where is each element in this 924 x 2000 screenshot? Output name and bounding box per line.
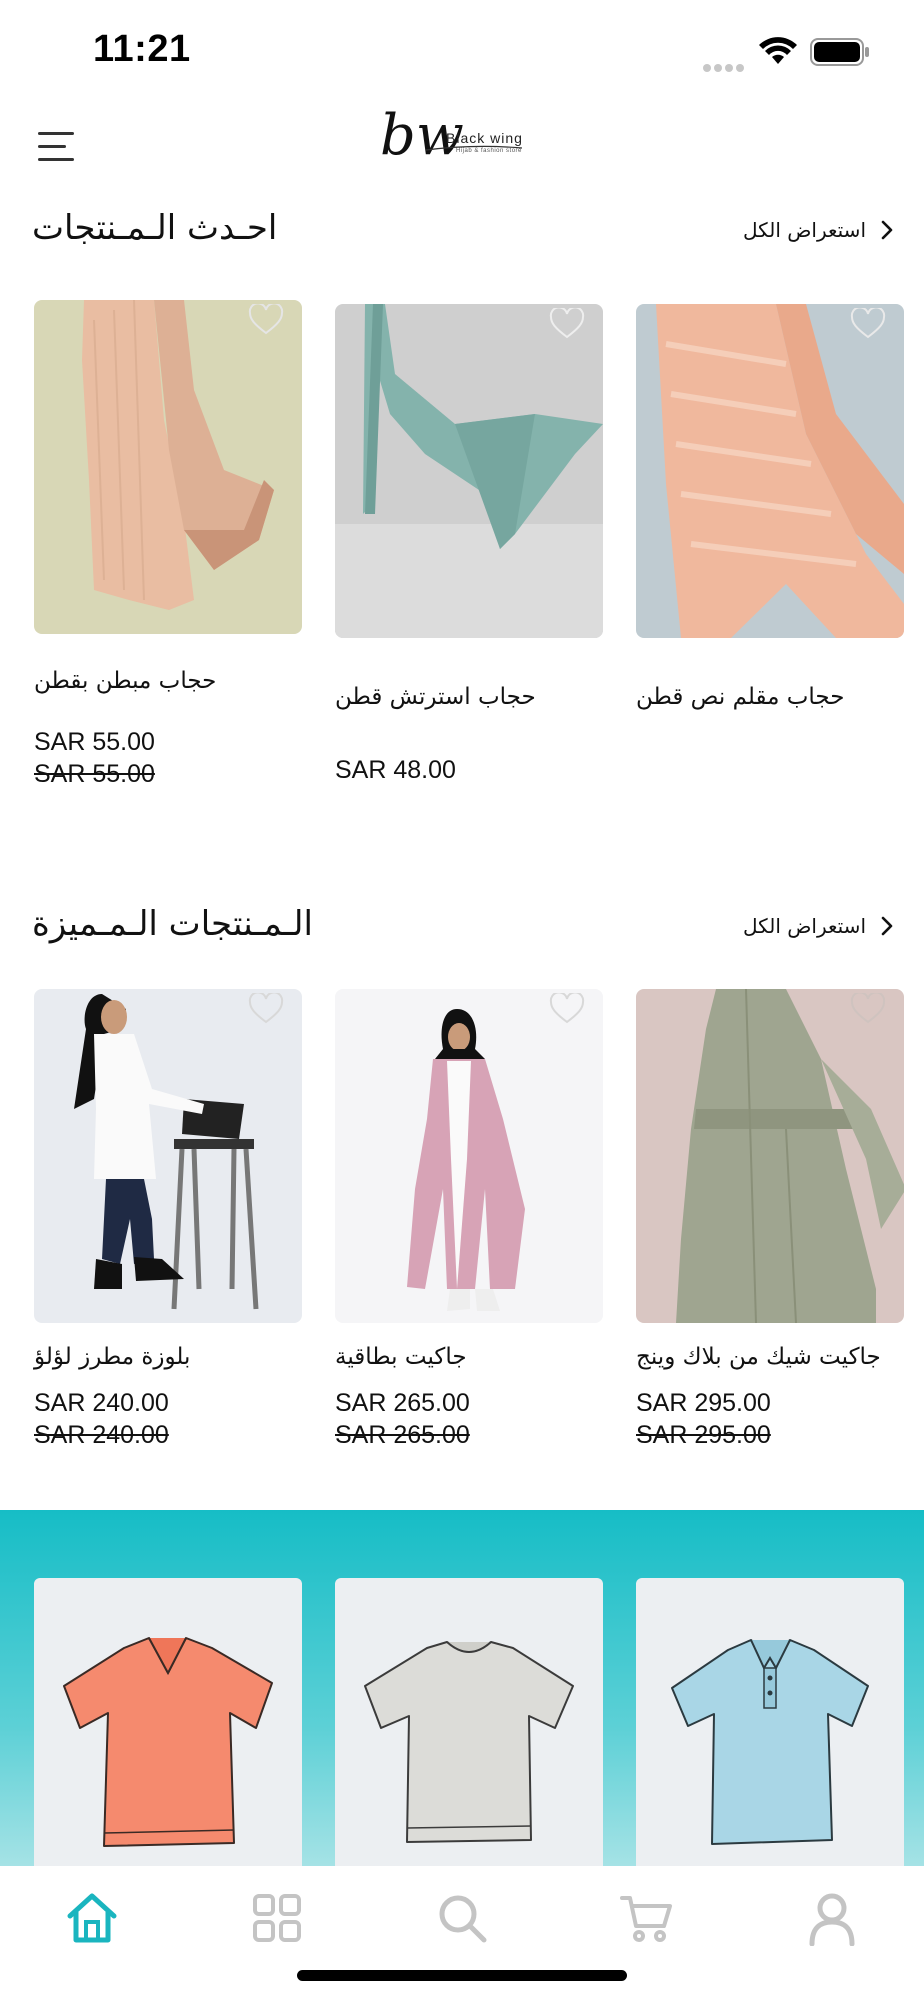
featured-section-header: الـمـنتجات الـمـميزة استعراض الكل (0, 904, 924, 964)
product-image[interactable] (636, 989, 904, 1323)
heart-icon[interactable] (850, 308, 886, 340)
home-icon[interactable] (64, 1890, 120, 1946)
product-name[interactable]: بلوزة مطرز لؤلؤ (34, 1344, 190, 1370)
heart-icon[interactable] (248, 993, 284, 1025)
category-card[interactable] (335, 1578, 603, 1878)
heart-icon[interactable] (850, 993, 886, 1025)
latest-view-all-link[interactable]: استعراض الكل (743, 218, 894, 242)
product-name[interactable]: حجاب استرتش قطن (335, 684, 536, 710)
view-all-label: استعراض الكل (743, 914, 866, 938)
product-name[interactable]: حجاب مقلم نص قطن (636, 684, 844, 710)
product-image[interactable] (636, 304, 904, 638)
blue-polo-shirt-icon (671, 1639, 869, 1845)
product-old-price: SAR 55.00 (34, 760, 155, 788)
product-price: SAR 55.00 (34, 728, 155, 756)
product-price: SAR 48.00 (335, 756, 456, 784)
category-card[interactable] (636, 1578, 904, 1878)
brand-logo: bw Black wing Hijab & fashion store (380, 104, 540, 170)
latest-section-title: احـدث الـمـنتجات (32, 208, 278, 248)
status-bar: 11:21 (0, 0, 924, 100)
gray-tshirt-icon (364, 1641, 574, 1843)
search-icon[interactable] (434, 1890, 490, 1946)
app-header: bw Black wing Hijab & fashion store (0, 100, 924, 190)
product-name[interactable]: حجاب مبطن بقطن (34, 668, 216, 694)
product-name[interactable]: جاكيت بطاقية (335, 1344, 467, 1370)
product-price: SAR 295.00 (636, 1389, 771, 1417)
home-indicator (297, 1970, 627, 1981)
product-image[interactable] (34, 300, 302, 634)
featured-section-title: الـمـنتجات الـمـميزة (32, 904, 313, 944)
heart-icon[interactable] (248, 304, 284, 336)
chevron-right-icon (881, 916, 893, 936)
chevron-right-icon (881, 220, 893, 240)
wifi-icon (759, 37, 797, 64)
grid-icon[interactable] (249, 1890, 305, 1946)
heart-icon[interactable] (549, 993, 585, 1025)
cart-icon[interactable] (618, 1890, 674, 1946)
product-price: SAR 240.00 (34, 1389, 169, 1417)
latest-section-header: احـدث الـمـنتجات استعراض الكل (0, 208, 924, 268)
view-all-label: استعراض الكل (743, 218, 866, 242)
logo-swoosh (425, 145, 523, 151)
product-image[interactable] (335, 989, 603, 1323)
orange-vneck-tshirt-icon (63, 1637, 273, 1847)
product-price: SAR 265.00 (335, 1389, 470, 1417)
signal-icon (703, 57, 747, 72)
categories-banner (0, 1510, 924, 1878)
heart-icon[interactable] (549, 308, 585, 340)
product-old-price: SAR 240.00 (34, 1421, 169, 1449)
hamburger-menu-icon[interactable] (38, 130, 78, 164)
product-name[interactable]: جاكيت شيك من بلاك وينج (636, 1344, 881, 1370)
featured-view-all-link[interactable]: استعراض الكل (743, 914, 894, 938)
product-image[interactable] (34, 989, 302, 1323)
profile-icon[interactable] (804, 1890, 860, 1946)
status-time: 11:21 (93, 28, 191, 70)
product-old-price: SAR 295.00 (636, 1421, 771, 1449)
category-card[interactable] (34, 1578, 302, 1878)
product-old-price: SAR 265.00 (335, 1421, 470, 1449)
product-image[interactable] (335, 304, 603, 638)
battery-icon (810, 38, 869, 66)
